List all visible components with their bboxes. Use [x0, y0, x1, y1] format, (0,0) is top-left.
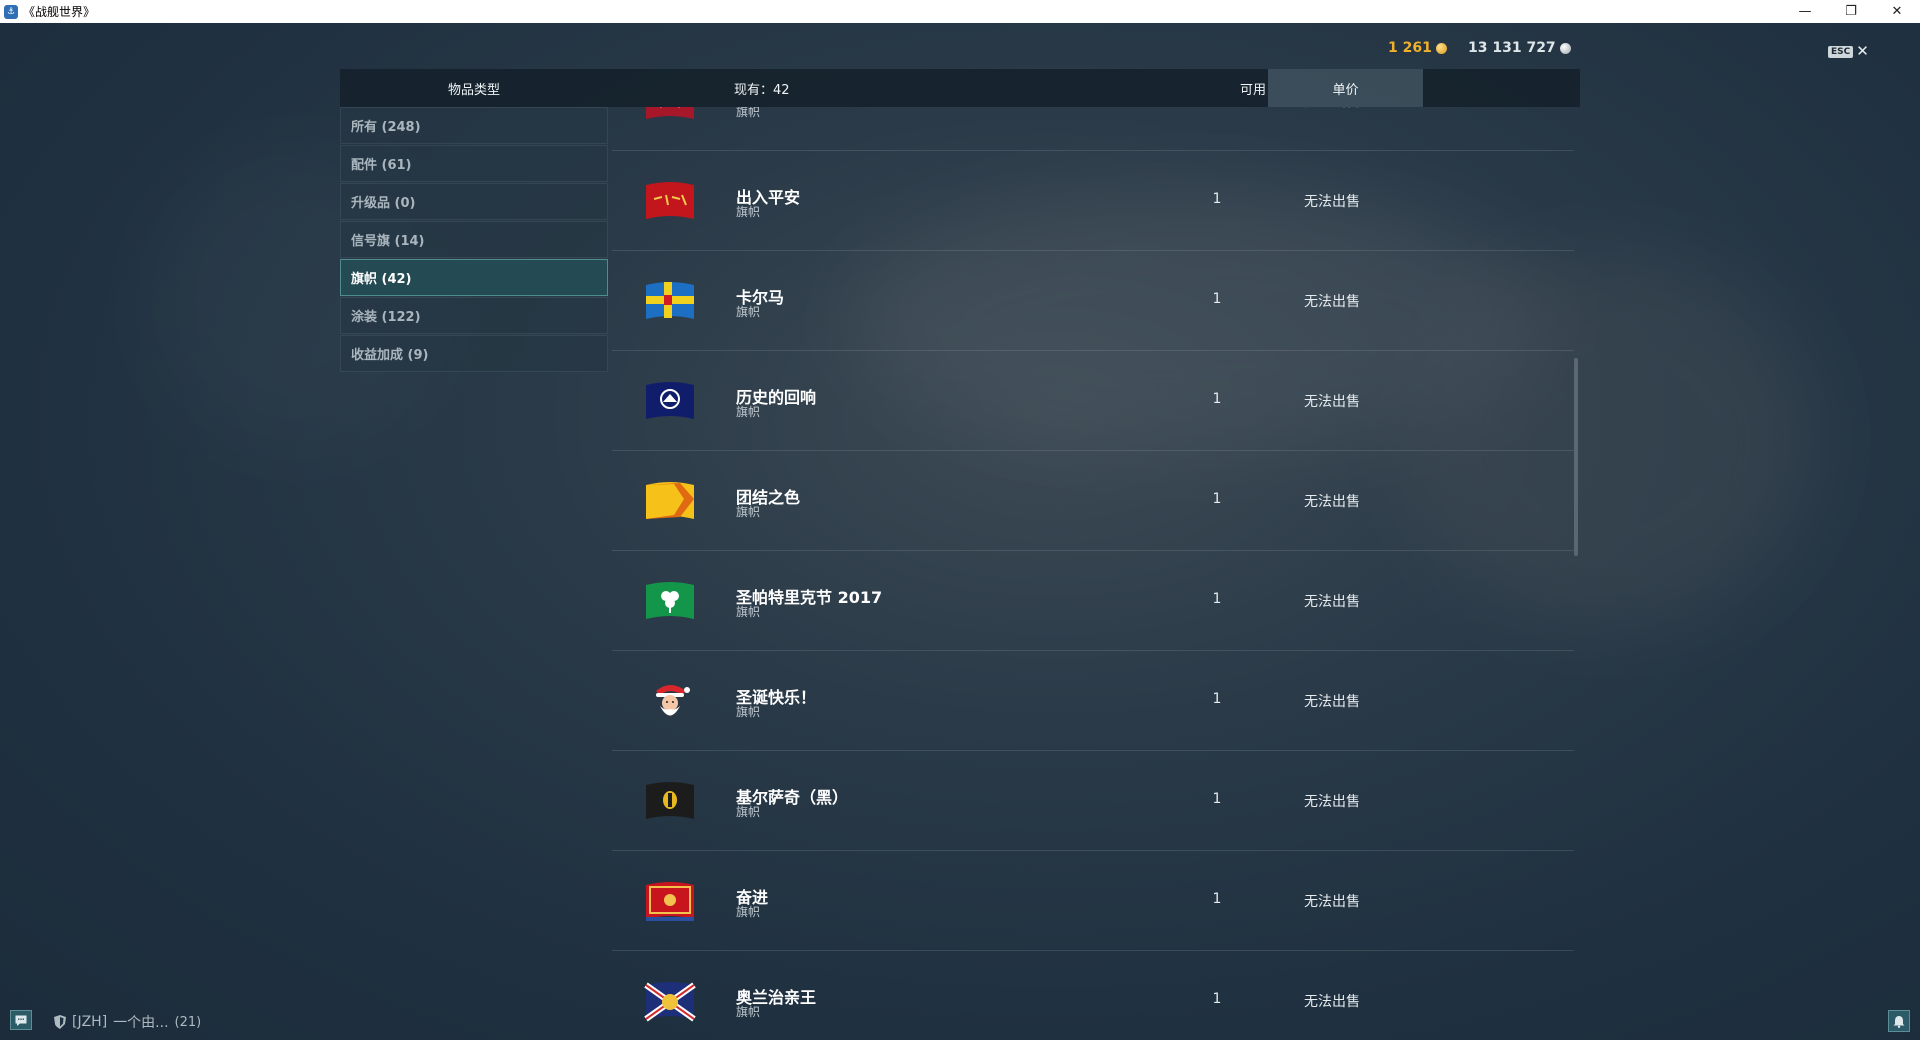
item-type: 旗帜	[736, 405, 761, 419]
close-icon: ✕	[1856, 42, 1869, 60]
item-type: 旗帜	[736, 305, 761, 319]
list-scrollbar[interactable]	[1574, 358, 1578, 556]
category-all[interactable]: 所有 (248)	[340, 107, 608, 144]
item-price: 无法出售	[1304, 394, 1360, 410]
item-quantity: 1	[1212, 491, 1222, 507]
category-camouflage[interactable]: 涂装 (122)	[340, 297, 608, 334]
item-row[interactable]: 圣帕特里克节 2017 旗帜 1 无法出售	[612, 551, 1574, 651]
category-flags[interactable]: 旗帜 (42)	[340, 259, 608, 296]
item-row[interactable]: 奥兰治亲王 旗帜 1 无法出售	[612, 951, 1574, 1040]
esc-close-button[interactable]: ESC ✕	[1828, 44, 1869, 59]
item-list[interactable]: 自由的白头 旗帜 1 无法出售 出入平安 旗帜 1 无法出售 卡尔马 旗帜 1 …	[612, 107, 1574, 1040]
bell-icon	[1893, 1015, 1905, 1028]
flag-red-calligraphy-icon	[646, 182, 694, 219]
santa-face-icon	[656, 685, 690, 716]
chat-icon	[15, 1015, 27, 1026]
clan-info[interactable]: [JZH] 一个由... (21)	[54, 1012, 201, 1032]
silver-balance: 13 131 727	[1468, 40, 1571, 56]
close-window-button[interactable]: ✕	[1874, 0, 1920, 23]
item-type: 旗帜	[736, 805, 761, 819]
item-price: 无法出售	[1304, 994, 1360, 1010]
category-upgrades[interactable]: 升级品 (0)	[340, 183, 608, 220]
item-quantity: 1	[1212, 391, 1222, 407]
header-item-type: 物品类型	[447, 82, 500, 98]
item-quantity: 1	[1212, 591, 1222, 607]
flag-red-eagle-icon	[646, 107, 694, 119]
item-row[interactable]: 出入平安 旗帜 1 无法出售	[612, 151, 1574, 251]
flag-red-gold-ornate-icon	[646, 882, 694, 921]
notifications-button[interactable]	[1888, 1010, 1910, 1032]
category-modules[interactable]: 配件 (61)	[340, 145, 608, 182]
flag-union-lion-icon	[644, 982, 696, 1022]
item-price: 无法出售	[1304, 107, 1360, 111]
app-icon: ⚓	[4, 4, 18, 19]
category-economic-bonuses[interactable]: 收益加成 (9)	[340, 335, 608, 372]
item-row[interactable]: 圣诞快乐！ 旗帜 1 无法出售	[612, 651, 1574, 751]
category-sidebar: 所有 (248) 配件 (61) 升级品 (0) 信号旗 (14) 旗帜 (42…	[340, 107, 608, 373]
item-price: 无法出售	[1304, 894, 1360, 910]
flag-green-shamrock-icon	[646, 582, 694, 619]
item-row[interactable]: 奋进 旗帜 1 无法出售	[612, 851, 1574, 951]
inventory-header: 物品类型 现有：42 可用 单价	[340, 69, 1580, 107]
clan-text: 一个由...	[113, 1015, 169, 1031]
item-price: 无法出售	[1304, 594, 1360, 610]
header-unit-price[interactable]: 单价	[1268, 69, 1423, 107]
gold-balance: 1 261	[1388, 40, 1447, 56]
item-price: 无法出售	[1304, 494, 1360, 510]
item-quantity: 1	[1212, 191, 1222, 207]
header-owned-count: 现有：42	[734, 82, 790, 98]
item-type: 旗帜	[736, 107, 761, 119]
item-price: 无法出售	[1304, 794, 1360, 810]
flag-black-gold-emblem-icon	[646, 782, 694, 819]
item-row[interactable]: 自由的白头 旗帜 1 无法出售	[612, 107, 1574, 151]
chat-button[interactable]	[10, 1010, 32, 1030]
item-quantity: 1	[1212, 691, 1222, 707]
item-price: 无法出售	[1304, 294, 1360, 310]
item-row[interactable]: 卡尔马 旗帜 1 无法出售	[612, 251, 1574, 351]
clan-tag: [JZH]	[72, 1014, 108, 1030]
maximize-button[interactable]: ❐	[1828, 0, 1874, 23]
silver-amount: 13 131 727	[1468, 40, 1556, 56]
item-price: 无法出售	[1304, 694, 1360, 710]
clan-count: (21)	[174, 1014, 202, 1030]
silver-coin-icon	[1559, 42, 1571, 54]
category-signals[interactable]: 信号旗 (14)	[340, 221, 608, 258]
item-type: 旗帜	[736, 505, 761, 519]
item-quantity: 1	[1212, 891, 1222, 907]
flag-navy-emblem-icon	[646, 382, 694, 419]
item-price: 无法出售	[1304, 194, 1360, 210]
esc-key-label: ESC	[1828, 45, 1854, 58]
shield-icon	[54, 1015, 66, 1029]
item-quantity: 1	[1212, 791, 1222, 807]
item-type: 旗帜	[736, 1005, 761, 1019]
item-type: 旗帜	[736, 705, 761, 719]
flag-yellow-orange-icon	[646, 482, 694, 519]
minimize-button[interactable]: —	[1782, 0, 1828, 23]
item-row[interactable]: 基尔萨奇（黑） 旗帜 1 无法出售	[612, 751, 1574, 851]
item-row[interactable]: 历史的回响 旗帜 1 无法出售	[612, 351, 1574, 451]
gold-coin-icon	[1435, 42, 1447, 54]
item-quantity: 1	[1212, 991, 1222, 1007]
gold-amount: 1 261	[1388, 40, 1432, 56]
item-row[interactable]: 团结之色 旗帜 1 无法出售	[612, 451, 1574, 551]
item-type: 旗帜	[736, 205, 761, 219]
item-type: 旗帜	[736, 905, 761, 919]
item-quantity: 1	[1212, 291, 1222, 307]
window-title: 《战舰世界》	[23, 5, 96, 19]
flag-blue-yellow-cross-icon	[646, 282, 694, 319]
item-type: 旗帜	[736, 605, 761, 619]
window-titlebar: ⚓ 《战舰世界》 — ❐ ✕	[0, 0, 1920, 23]
